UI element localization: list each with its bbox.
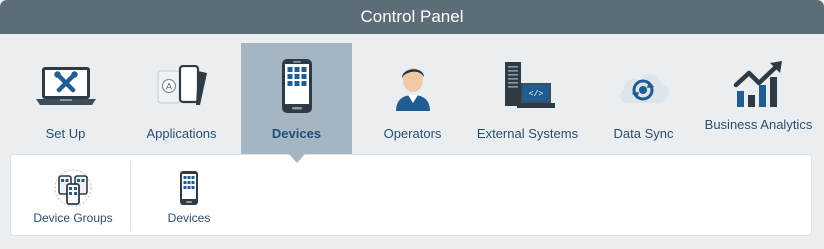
main-menu-bar: Set Up A Applications Devices Operators … [0, 34, 824, 163]
window-title: Control Panel [360, 7, 464, 26]
submenu-item-label: Device Groups [33, 211, 113, 225]
applications-icon: A [126, 57, 237, 115]
menu-item-label: Operators [383, 126, 442, 141]
menu-item-devices[interactable]: Devices [241, 43, 352, 163]
device-groups-icon [25, 168, 121, 208]
menu-item-operators[interactable]: Operators [357, 43, 468, 154]
analytics-chart-icon [703, 57, 814, 115]
laptop-tools-icon [10, 57, 121, 115]
server-monitor-icon: </> [472, 57, 583, 115]
menu-item-label: External Systems [476, 126, 579, 141]
submenu-item-device-groups[interactable]: Device Groups [25, 155, 121, 235]
menu-item-label: Data Sync [613, 126, 674, 141]
submenu-divider [130, 161, 131, 231]
menu-item-business-analytics[interactable]: Business Analytics [703, 43, 814, 154]
mobile-device-icon [241, 57, 352, 115]
menu-item-applications[interactable]: A Applications [126, 43, 237, 154]
svg-text:A: A [165, 82, 171, 92]
menu-item-label: Applications [146, 126, 217, 141]
menu-item-data-sync[interactable]: Data Sync [588, 43, 699, 154]
menu-item-label: Business Analytics [704, 117, 813, 132]
menu-item-external-systems[interactable]: </> External Systems [472, 43, 583, 154]
menu-item-label: Devices [271, 126, 322, 141]
cloud-sync-icon [588, 57, 699, 115]
menu-item-label: Set Up [45, 126, 86, 141]
operator-person-icon [357, 57, 468, 115]
window-title-bar: Control Panel [0, 0, 824, 34]
submenu-panel: Device Groups Devices [10, 154, 812, 236]
submenu-item-devices[interactable]: Devices [141, 155, 237, 235]
menu-item-setup[interactable]: Set Up [10, 43, 121, 154]
svg-text:</>: </> [528, 90, 543, 99]
submenu-item-label: Devices [167, 211, 211, 225]
device-icon [141, 168, 237, 208]
